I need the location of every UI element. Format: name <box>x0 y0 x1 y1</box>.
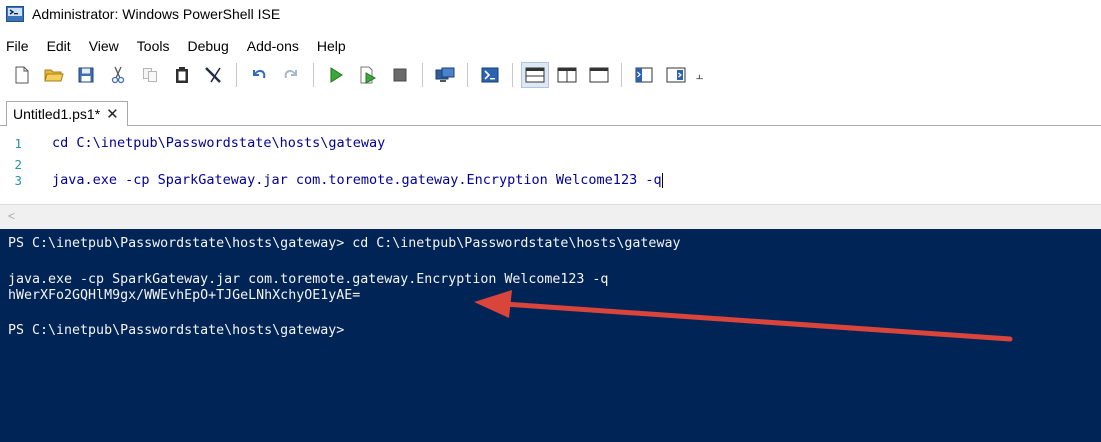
code-line: 1 cd C:\inetpub\Passwordstate\hosts\gate… <box>0 135 385 151</box>
new-file-icon <box>15 66 29 84</box>
remote-powershell-button[interactable] <box>431 62 459 88</box>
text-caret <box>661 172 663 188</box>
redo-icon <box>284 69 297 79</box>
code-line: 3 java.exe -cp SparkGateway.jar com.tore… <box>0 172 663 188</box>
script-pane-top-button[interactable] <box>521 62 549 88</box>
script-pane-maximized-button[interactable] <box>585 62 613 88</box>
open-button[interactable] <box>40 62 68 88</box>
toolbar-separator <box>236 63 237 87</box>
menu-help[interactable]: Help <box>315 38 348 54</box>
editor-horizontal-scrollbar[interactable]: < <box>0 204 1101 229</box>
title-bar: Administrator: Windows PowerShell ISE <box>0 0 1101 28</box>
toolbar-overflow-icon[interactable]: ⫠ <box>696 68 703 83</box>
copy-icon <box>143 68 157 82</box>
run-script-icon <box>330 67 343 83</box>
toolbar-separator <box>313 63 314 87</box>
window-title: Administrator: Windows PowerShell ISE <box>32 6 281 22</box>
run-script-button[interactable] <box>322 62 350 88</box>
run-selection-button[interactable] <box>354 62 382 88</box>
console-line: java.exe -cp SparkGateway.jar com.toremo… <box>8 272 609 287</box>
show-script-pane-top-icon <box>525 67 545 83</box>
code-text: cd C:\inetpub\Passwordstate\hosts\gatewa… <box>52 135 386 151</box>
clear-console-icon <box>205 67 221 83</box>
tab-untitled1[interactable]: Untitled1.ps1* ✕ <box>6 101 128 127</box>
command-window-button[interactable] <box>630 62 658 88</box>
command-addon-button[interactable] <box>662 62 690 88</box>
cut-icon <box>111 66 125 84</box>
menu-add-ons[interactable]: Add-ons <box>245 38 301 54</box>
console-output-encrypted-value: hWerXFo2GQHlM9gx/WWEvhEpO+TJGeLNhXchyOE1… <box>8 288 361 303</box>
tab-label: Untitled1.ps1* <box>13 106 101 122</box>
undo-button[interactable] <box>245 62 273 88</box>
clear-console-button[interactable] <box>200 62 228 88</box>
script-editor[interactable]: 1 cd C:\inetpub\Passwordstate\hosts\gate… <box>0 126 1101 204</box>
toolbar-separator <box>467 63 468 87</box>
console-pane[interactable]: PS C:\inetpub\Passwordstate\hosts\gatewa… <box>0 229 1101 442</box>
code-text: java.exe -cp SparkGateway.jar com.toremo… <box>52 172 662 188</box>
remote-powershell-icon <box>435 67 455 82</box>
scroll-left-icon[interactable]: < <box>8 209 15 223</box>
stop-button[interactable] <box>386 62 414 88</box>
menu-tools[interactable]: Tools <box>135 38 172 54</box>
copy-button[interactable] <box>136 62 164 88</box>
console-line: PS C:\inetpub\Passwordstate\hosts\gatewa… <box>8 236 681 251</box>
menu-view[interactable]: View <box>87 38 121 54</box>
show-command-addon-icon <box>666 67 686 83</box>
start-powershell-button[interactable] <box>476 62 504 88</box>
paste-button[interactable] <box>168 62 196 88</box>
toolbar: ⫠ <box>0 58 1101 92</box>
script-tab-strip: Untitled1.ps1* ✕ <box>0 101 1101 127</box>
cut-button[interactable] <box>104 62 132 88</box>
undo-icon <box>253 69 266 79</box>
console-prompt: PS C:\inetpub\Passwordstate\hosts\gatewa… <box>8 323 345 338</box>
save-icon <box>78 67 94 83</box>
show-script-pane-right-icon <box>557 67 577 83</box>
toolbar-separator <box>422 63 423 87</box>
run-selection-icon <box>360 66 377 84</box>
menu-bar: File Edit View Tools Debug Add-ons Help <box>0 36 362 56</box>
show-command-window-icon <box>635 67 653 83</box>
toolbar-separator <box>621 63 622 87</box>
close-icon[interactable]: ✕ <box>106 105 119 123</box>
powershell-ise-icon <box>6 6 24 22</box>
toolbar-separator <box>512 63 513 87</box>
script-pane-right-button[interactable] <box>553 62 581 88</box>
menu-debug[interactable]: Debug <box>185 38 230 54</box>
line-number: 2 <box>14 156 22 172</box>
new-file-button[interactable] <box>8 62 36 88</box>
show-script-pane-maximized-icon <box>589 67 609 83</box>
menu-file[interactable]: File <box>4 38 31 54</box>
redo-button[interactable] <box>277 62 305 88</box>
code-line: 2 <box>0 156 52 172</box>
menu-edit[interactable]: Edit <box>45 38 73 54</box>
save-button[interactable] <box>72 62 100 88</box>
line-number: 1 <box>14 135 22 151</box>
start-powershell-icon <box>481 67 499 83</box>
stop-icon <box>393 68 407 82</box>
paste-icon <box>176 67 188 83</box>
open-folder-icon <box>44 69 64 82</box>
line-number: 3 <box>14 172 22 188</box>
